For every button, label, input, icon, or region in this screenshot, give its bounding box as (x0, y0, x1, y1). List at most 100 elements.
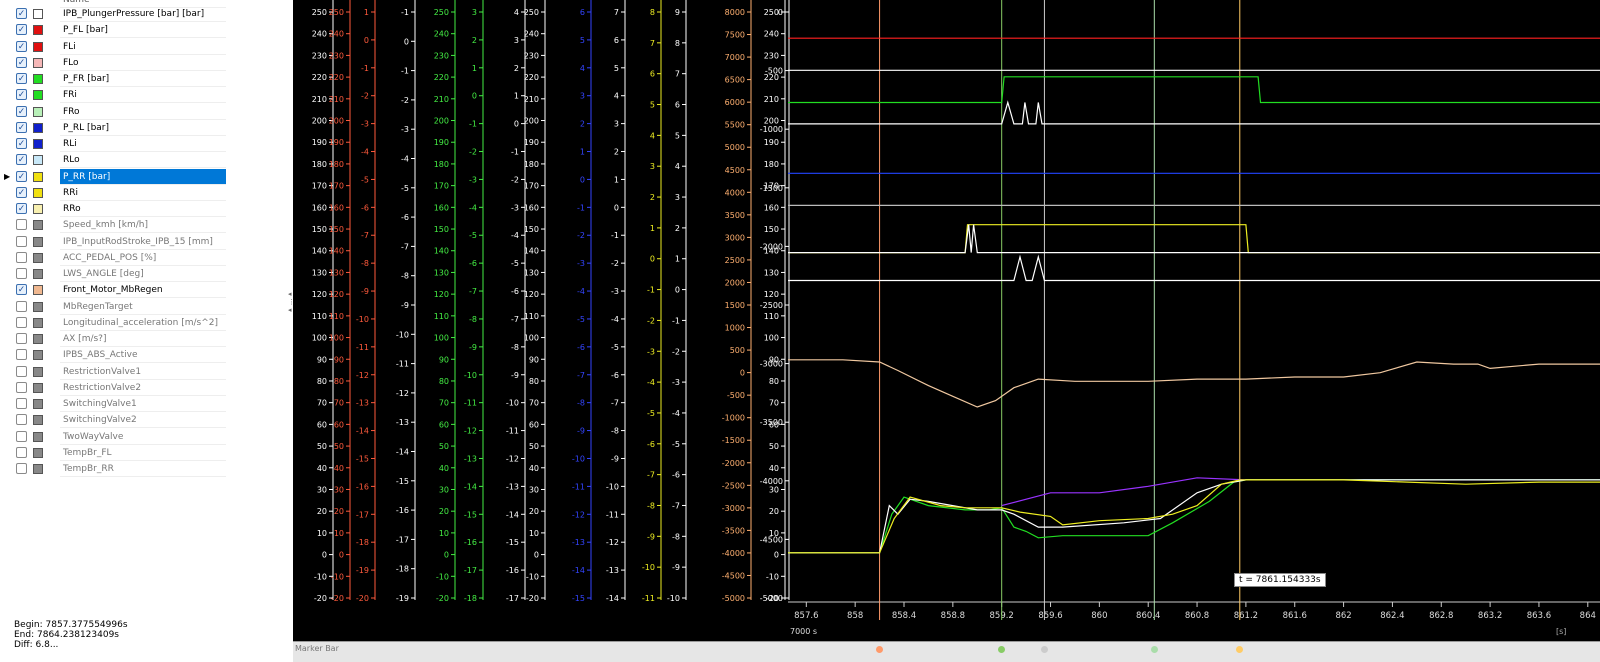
signal-color-swatch[interactable] (33, 317, 43, 328)
signal-row[interactable]: ✓ P_FL [bar] (10, 22, 293, 39)
signal-color-swatch[interactable] (33, 285, 43, 296)
signal-checkbox[interactable]: ✓ (16, 89, 27, 101)
signal-row[interactable]: TwoWayValve (10, 429, 293, 445)
signal-checkbox[interactable] (16, 463, 27, 474)
marker-handle[interactable] (1236, 646, 1244, 653)
signal-row[interactable]: Speed_kmh [km/h] (10, 217, 293, 234)
signal-checkbox[interactable] (16, 251, 27, 263)
signal-color-swatch[interactable] (33, 334, 43, 344)
marker-bar[interactable]: Marker Bar (293, 641, 1600, 662)
signal-checkbox[interactable] (16, 333, 27, 344)
signal-color-swatch[interactable] (33, 269, 43, 279)
signal-color-swatch[interactable] (33, 74, 43, 84)
signal-color-swatch[interactable] (33, 57, 43, 68)
signal-checkbox[interactable] (16, 349, 27, 361)
signal-color-swatch[interactable] (33, 25, 43, 36)
signal-row[interactable]: ✓ FLi (10, 39, 293, 55)
signal-row[interactable]: ✓ Front_Motor_MbRegen (10, 282, 293, 299)
signal-color-swatch[interactable] (33, 399, 43, 409)
signal-checkbox[interactable] (16, 235, 27, 247)
signal-color-swatch[interactable] (33, 220, 43, 231)
signal-color-swatch[interactable] (33, 431, 43, 442)
signal-row[interactable]: TempBr_RR (10, 461, 293, 477)
signal-checkbox[interactable] (16, 446, 27, 458)
signal-row[interactable]: ACC_PEDAL_POS [%] (10, 250, 293, 266)
signal-row[interactable]: Longitudinal_acceleration [m/s^2] (10, 315, 293, 331)
signal-row[interactable]: SwitchingValve1 (10, 396, 293, 412)
signal-checkbox[interactable]: ✓ (16, 138, 27, 149)
signal-color-swatch[interactable] (33, 382, 43, 393)
signal-checkbox[interactable] (16, 381, 27, 393)
signal-row[interactable]: RestrictionValve1 (10, 364, 293, 380)
signal-checkbox[interactable]: ✓ (16, 73, 27, 84)
signal-checkbox[interactable] (16, 219, 27, 231)
signal-checkbox[interactable] (16, 398, 27, 409)
signal-color-swatch[interactable] (33, 122, 43, 133)
signal-row[interactable]: SwitchingValve2 (10, 412, 293, 429)
signal-row[interactable]: MbRegenTarget (10, 299, 293, 315)
signal-checkbox[interactable]: ✓ (16, 170, 27, 182)
marker-handle[interactable] (998, 646, 1006, 653)
signal-color-swatch[interactable] (33, 366, 43, 377)
signal-color-swatch[interactable] (33, 155, 43, 166)
signal-color-swatch[interactable] (33, 9, 43, 19)
y-tick-label: 230 (434, 51, 449, 60)
signal-checkbox[interactable]: ✓ (16, 8, 27, 19)
signal-color-swatch[interactable] (33, 204, 43, 214)
signal-checkbox[interactable] (16, 430, 27, 442)
signal-checkbox[interactable]: ✓ (16, 203, 27, 214)
y-tick-label: -14 (464, 482, 477, 491)
measurement-plot[interactable]: 2502402302202102001901801701601501401301… (293, 0, 1600, 641)
marker-handle[interactable] (1150, 646, 1158, 653)
signal-row[interactable]: ✓ RRo (10, 201, 293, 217)
signal-checkbox[interactable]: ✓ (16, 24, 27, 36)
signal-color-swatch[interactable] (33, 187, 43, 198)
signal-checkbox[interactable] (16, 300, 27, 312)
signal-checkbox[interactable]: ✓ (16, 154, 27, 166)
signal-row[interactable]: AX [m/s?] (10, 331, 293, 347)
signal-row[interactable]: ✓ P_RL [bar] (10, 120, 293, 136)
signal-color-swatch[interactable] (33, 464, 43, 474)
signal-row[interactable]: IPB_InputRodStroke_IPB_15 [mm] (10, 234, 293, 250)
signal-checkbox[interactable] (16, 414, 27, 426)
signal-color-swatch[interactable] (33, 171, 43, 182)
y-tick-label: 3000 (725, 233, 745, 242)
signal-row[interactable]: ✓ P_FR [bar] (10, 71, 293, 87)
signal-row[interactable]: ✓ FRi (10, 87, 293, 104)
signal-color-swatch[interactable] (33, 350, 43, 361)
marker-handle[interactable] (1040, 646, 1048, 653)
chart-area[interactable]: 250 240 230 220 210 200 190 180 170 160 150 140 130 1… (293, 0, 1600, 661)
marker-handle[interactable] (876, 646, 884, 653)
signal-color-swatch[interactable] (33, 139, 43, 149)
signal-row[interactable]: ✓ FLo (10, 55, 293, 71)
signal-row[interactable]: ✓ FRo (10, 104, 293, 120)
signal-row[interactable]: ▶ ✓ P_RR [bar] (4, 168, 293, 185)
signal-color-swatch[interactable] (33, 106, 43, 117)
signal-checkbox[interactable] (16, 365, 27, 377)
y-tick-label: -4 (469, 203, 477, 212)
signal-checkbox[interactable]: ✓ (16, 56, 27, 68)
signal-row[interactable]: TempBr_FL (10, 445, 293, 461)
signal-row[interactable]: IPBS_ABS_Active (10, 347, 293, 364)
signal-row[interactable]: ✓ RRi (10, 185, 293, 201)
y-tick-label: -12 (464, 427, 477, 436)
signal-row[interactable]: LWS_ANGLE [deg] (10, 266, 293, 282)
signal-color-swatch[interactable] (33, 90, 43, 101)
signal-color-swatch[interactable] (33, 41, 43, 52)
signal-row[interactable]: ✓ RLo (10, 152, 293, 169)
signal-row[interactable]: ✓ RLi (10, 136, 293, 152)
signal-checkbox[interactable]: ✓ (16, 121, 27, 133)
signal-checkbox[interactable]: ✓ (16, 186, 27, 198)
signal-checkbox[interactable] (16, 316, 27, 328)
signal-checkbox[interactable]: ✓ (16, 284, 27, 296)
signal-row[interactable]: ✓ IPB_PlungerPressure [bar] [bar] (10, 6, 293, 22)
signal-color-swatch[interactable] (33, 415, 43, 426)
signal-color-swatch[interactable] (33, 252, 43, 263)
signal-checkbox[interactable] (16, 268, 27, 279)
signal-color-swatch[interactable] (33, 447, 43, 458)
signal-color-swatch[interactable] (33, 236, 43, 247)
signal-color-swatch[interactable] (33, 301, 43, 312)
signal-checkbox[interactable]: ✓ (16, 105, 27, 117)
signal-checkbox[interactable]: ✓ (16, 40, 27, 52)
signal-row[interactable]: RestrictionValve2 (10, 380, 293, 396)
